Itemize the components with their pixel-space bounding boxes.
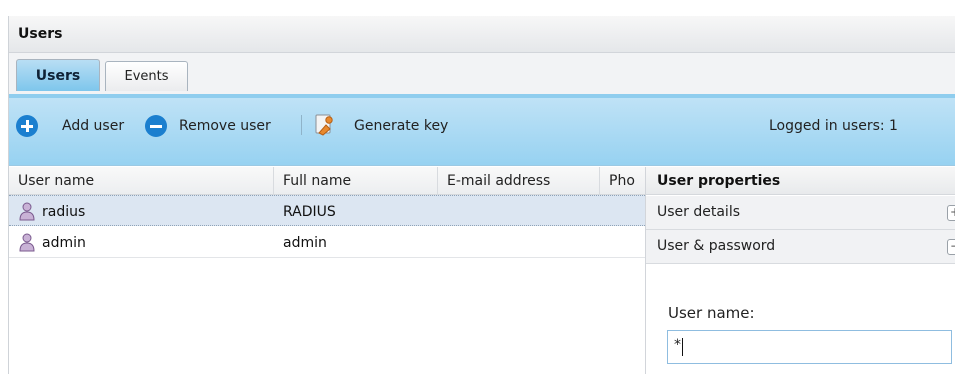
plus-circle-icon[interactable] [16, 115, 38, 137]
expand-icon[interactable]: + [947, 205, 955, 221]
text-caret [682, 338, 683, 356]
collapse-icon[interactable]: − [947, 239, 955, 255]
user-name-label: User name: [668, 304, 755, 322]
user-properties-title: User properties [646, 167, 955, 195]
cell-full-name: admin [283, 235, 327, 251]
section-user-password[interactable]: User & password − [646, 230, 955, 264]
user-properties-panel: User properties User details + User & pa… [645, 167, 955, 374]
left-margin [0, 16, 8, 374]
column-header-user-name[interactable]: User name [9, 167, 274, 195]
tab-events-label: Events [124, 69, 169, 84]
column-header-phone[interactable]: Pho [600, 167, 645, 195]
cell-user-name: radius [42, 204, 86, 220]
add-user-button[interactable]: Add user [62, 118, 124, 134]
window-title: Users [18, 26, 63, 42]
toolbar-separator [301, 115, 302, 135]
column-header-email[interactable]: E-mail address [438, 167, 600, 195]
tab-events[interactable]: Events [105, 61, 188, 91]
table-row[interactable]: radius RADIUS [9, 195, 645, 226]
logged-in-count: Logged in users: 1 [769, 118, 898, 134]
toolbar: Add user Remove user Generate key Logged… [9, 98, 955, 166]
users-window: Users Users Events Add user Remove user … [8, 16, 955, 374]
section-user-details-label: User details [657, 204, 741, 220]
key-document-icon[interactable] [313, 113, 335, 137]
tab-strip: Users Events [9, 53, 955, 98]
minus-circle-icon[interactable] [145, 115, 167, 137]
table-row[interactable]: admin admin [9, 227, 645, 258]
cell-user-name: admin [42, 235, 86, 251]
tab-users[interactable]: Users [16, 59, 100, 91]
section-user-details[interactable]: User details + [646, 196, 955, 230]
user-icon [19, 233, 35, 252]
tab-users-label: Users [35, 67, 81, 84]
users-grid: User name Full name E-mail address Pho r… [9, 167, 645, 374]
remove-user-button[interactable]: Remove user [179, 118, 271, 134]
user-name-input[interactable]: * [667, 330, 952, 364]
generate-key-button[interactable]: Generate key [354, 118, 448, 134]
section-user-password-label: User & password [657, 238, 776, 254]
cell-full-name: RADIUS [283, 204, 336, 220]
column-header-full-name[interactable]: Full name [274, 167, 438, 195]
user-icon [19, 202, 35, 221]
top-margin [0, 0, 955, 16]
window-titlebar: Users [9, 16, 955, 53]
